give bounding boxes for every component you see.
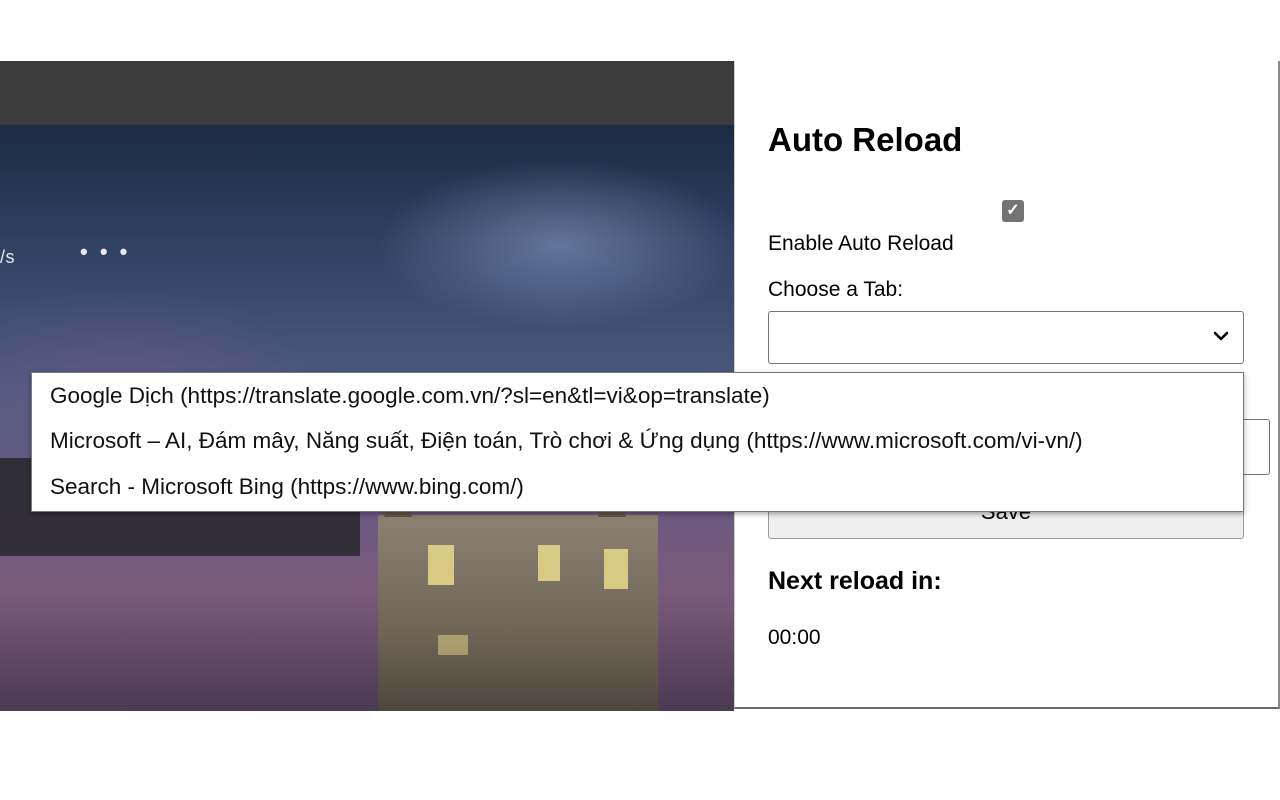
tower-window (428, 545, 454, 585)
popup-title: Auto Reload (768, 121, 963, 158)
next-reload-label: Next reload in: (768, 567, 942, 595)
countdown-timer: 00:00 (768, 626, 821, 649)
tab-select-dropdown: Google Dịch (https://translate.google.co… (31, 372, 1244, 512)
background-nav-link[interactable]: /s (0, 247, 15, 268)
chevron-down-icon (1213, 331, 1229, 341)
tower-window (438, 635, 468, 655)
background-top-bar (0, 61, 734, 125)
tower-window (604, 549, 628, 589)
dropdown-option-google-translate[interactable]: Google Dịch (https://translate.google.co… (50, 383, 770, 409)
dropdown-option-microsoft[interactable]: Microsoft – AI, Đám mây, Năng suất, Điện… (50, 428, 1083, 454)
tab-select[interactable] (768, 311, 1244, 364)
choose-tab-label: Choose a Tab: (768, 278, 904, 301)
more-options-icon[interactable]: • • • (80, 239, 130, 265)
enable-auto-reload-label: Enable Auto Reload (768, 232, 954, 255)
enable-auto-reload-checkbox[interactable]: ✓ (1002, 200, 1024, 222)
dropdown-option-bing[interactable]: Search - Microsoft Bing (https://www.bin… (50, 474, 524, 500)
checkmark-icon: ✓ (1006, 202, 1020, 219)
tower-window (538, 545, 560, 581)
tower-bridge-tower (378, 515, 658, 711)
